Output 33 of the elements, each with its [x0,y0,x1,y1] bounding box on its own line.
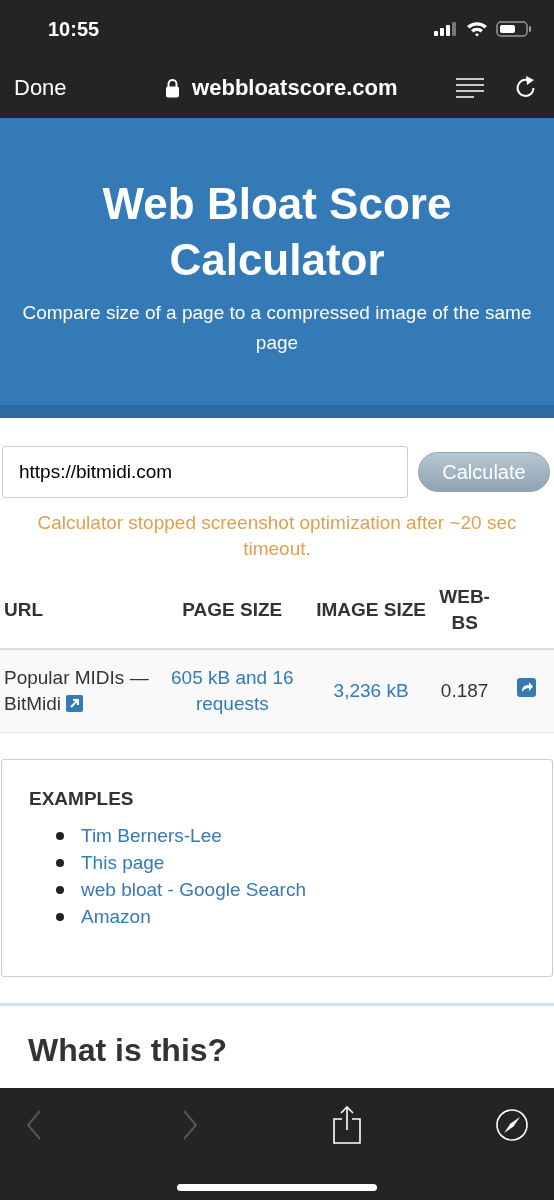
column-header: IMAGE SIZE [316,599,426,620]
column-header: PAGE SIZE [182,599,283,620]
signal-icon [434,22,458,36]
page-title: Web Bloat Score Calculator [101,178,453,286]
share-icon[interactable] [333,1106,361,1144]
url-title: Popular MIDIs — BitMidi [4,667,149,714]
bullet-icon [56,912,64,921]
example-link[interactable]: This page [81,849,165,876]
compass-icon[interactable] [496,1109,528,1141]
bullet-icon [56,858,64,867]
bullet-icon [56,885,64,894]
example-link[interactable]: Amazon [81,903,151,930]
external-link-icon[interactable] [66,695,84,712]
wifi-icon [466,21,488,37]
address-text[interactable]: webbloatscore.com [192,75,398,101]
image-size-link[interactable]: 3,236 kB [333,678,409,704]
section-heading: What is this? [28,1032,229,1069]
reader-icon[interactable] [456,77,484,99]
example-link[interactable]: Tim Berners-Lee [81,822,222,849]
bullet-icon [56,831,64,840]
done-button[interactable]: Done [14,75,67,101]
clock-time: 10:55 [48,17,100,41]
battery-icon [496,21,532,37]
example-link[interactable]: web bloat - Google Search [81,876,306,903]
score-value: 0.187 [440,680,489,701]
share-icon[interactable] [517,678,537,697]
lock-icon [165,78,181,98]
column-header: WEB-BS [439,586,490,633]
warning-message: Calculator stopped screenshot optimization after ~20 sec timeout. [36,511,518,561]
examples-heading: EXAMPLES [29,788,135,810]
page-subtitle: Compare size of a page to a compressed image of the same page [21,301,533,355]
column-header: URL [4,599,44,620]
url-field[interactable]: https://bitmidi.com [2,446,408,498]
